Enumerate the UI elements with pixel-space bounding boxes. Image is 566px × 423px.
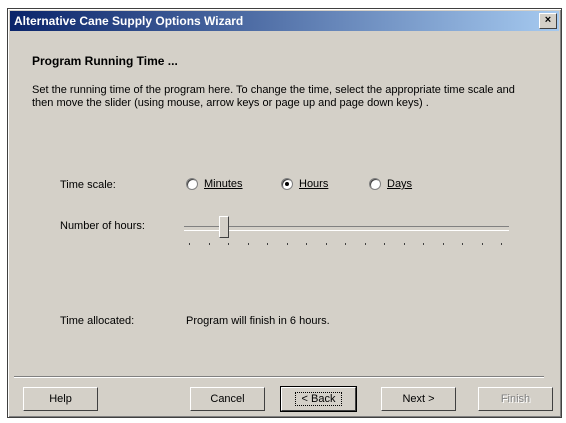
slider-tick [403, 243, 405, 245]
hours-slider-thumb[interactable] [219, 216, 229, 238]
radio-days[interactable]: Days [369, 178, 412, 190]
close-button[interactable]: × [539, 13, 557, 29]
hours-slider-track[interactable] [184, 226, 509, 231]
radio-days-label: Days [387, 178, 413, 190]
slider-tick [267, 243, 268, 245]
slider-tick [228, 243, 229, 245]
time-scale-label: Time scale: [60, 179, 116, 191]
window-title: Alternative Cane Supply Options Wizard [14, 14, 244, 28]
slider-tick [325, 243, 327, 245]
slider-tick [423, 243, 424, 245]
slider-tick [462, 243, 463, 245]
finish-button: Finish [478, 387, 553, 411]
page-heading: Program Running Time ... [32, 54, 178, 68]
slider-tick [247, 243, 249, 245]
wizard-window: Alternative Cane Supply Options Wizard × [7, 8, 562, 418]
radio-days-circle[interactable] [369, 178, 381, 190]
slider-tick [286, 243, 288, 245]
footer-divider [14, 376, 544, 378]
slider-tick [384, 243, 385, 245]
radio-minutes-circle[interactable] [186, 178, 198, 190]
radio-hours[interactable]: Hours [281, 178, 328, 190]
radio-hours-label: Hours [299, 178, 329, 190]
time-allocated-label: Time allocated: [60, 315, 135, 327]
time-allocated-value: Program will finish in 6 hours. [186, 315, 330, 327]
next-button[interactable]: Next > [381, 387, 456, 411]
slider-tick [208, 243, 210, 245]
slider-tick [306, 243, 307, 245]
slider-tick [364, 243, 366, 245]
radio-hours-circle[interactable] [281, 178, 293, 190]
slider-tick [345, 243, 346, 245]
title-bar[interactable]: Alternative Cane Supply Options Wizard × [10, 11, 559, 31]
slider-tick [501, 243, 502, 245]
back-button[interactable]: < Back [280, 386, 357, 412]
page-description: Set the running time of the program here… [32, 84, 515, 109]
slider-tick [481, 243, 483, 245]
slider-tick [442, 243, 444, 245]
radio-minutes-label: Minutes [204, 178, 243, 190]
radio-minutes[interactable]: Minutes [186, 178, 243, 190]
number-of-hours-label: Number of hours: [60, 220, 145, 232]
help-button[interactable]: Help [23, 387, 98, 411]
cancel-button[interactable]: Cancel [190, 387, 265, 411]
slider-tick [189, 243, 190, 245]
back-button-label: < Back [294, 392, 343, 406]
